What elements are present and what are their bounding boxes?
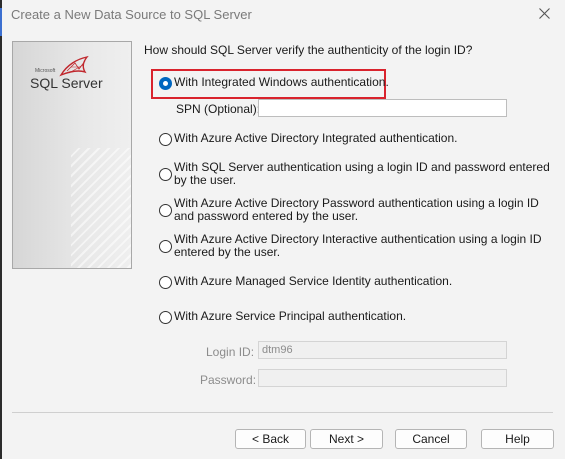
option-label: With Integrated Windows authentication.	[174, 75, 389, 89]
cancel-button[interactable]: Cancel	[395, 429, 467, 449]
logo-product-text: SQL Server	[30, 75, 103, 91]
login-id-label: Login ID:	[206, 345, 255, 359]
option-label: With Azure Active Directory Integrated a…	[174, 131, 458, 145]
radio-azure-msi[interactable]	[159, 276, 172, 289]
login-id-input[interactable]: dtm96	[258, 341, 507, 359]
logo-microsoft-text: Microsoft	[35, 68, 56, 74]
sql-server-logo-panel: Microsoft SQL Server	[12, 41, 132, 269]
option-label: With Azure Service Principal authenticat…	[174, 309, 407, 323]
option-label: With Azure Managed Service Identity auth…	[174, 274, 453, 288]
close-button[interactable]	[531, 3, 559, 25]
spn-input[interactable]	[258, 99, 507, 117]
window-left-edge	[0, 0, 2, 459]
radio-aad-integrated[interactable]	[159, 133, 172, 146]
decorative-stripes	[71, 148, 131, 268]
radio-integrated-windows[interactable]	[159, 77, 172, 90]
sql-server-logo: Microsoft SQL Server	[21, 53, 121, 103]
spn-label: SPN (Optional):	[176, 102, 261, 116]
auth-question: How should SQL Server verify the authent…	[144, 43, 473, 57]
back-button[interactable]: < Back	[235, 429, 306, 449]
option-label: With Azure Active Directory Interactive …	[174, 232, 542, 259]
option-label: With SQL Server authentication using a l…	[174, 160, 550, 187]
window-title: Create a New Data Source to SQL Server	[11, 7, 252, 22]
radio-aad-interactive[interactable]	[159, 240, 172, 253]
password-input[interactable]	[258, 369, 507, 387]
close-icon	[539, 8, 550, 19]
option-label: With Azure Active Directory Password aut…	[174, 196, 539, 223]
password-label: Password:	[200, 373, 257, 387]
help-button[interactable]: Help	[481, 429, 554, 449]
radio-azure-service-principal[interactable]	[159, 311, 172, 324]
radio-sql-server-auth[interactable]	[159, 168, 172, 181]
title-bar: Create a New Data Source to SQL Server	[2, 0, 565, 30]
footer-separator	[12, 412, 553, 413]
next-button[interactable]: Next >	[310, 429, 383, 449]
radio-aad-password[interactable]	[159, 204, 172, 217]
